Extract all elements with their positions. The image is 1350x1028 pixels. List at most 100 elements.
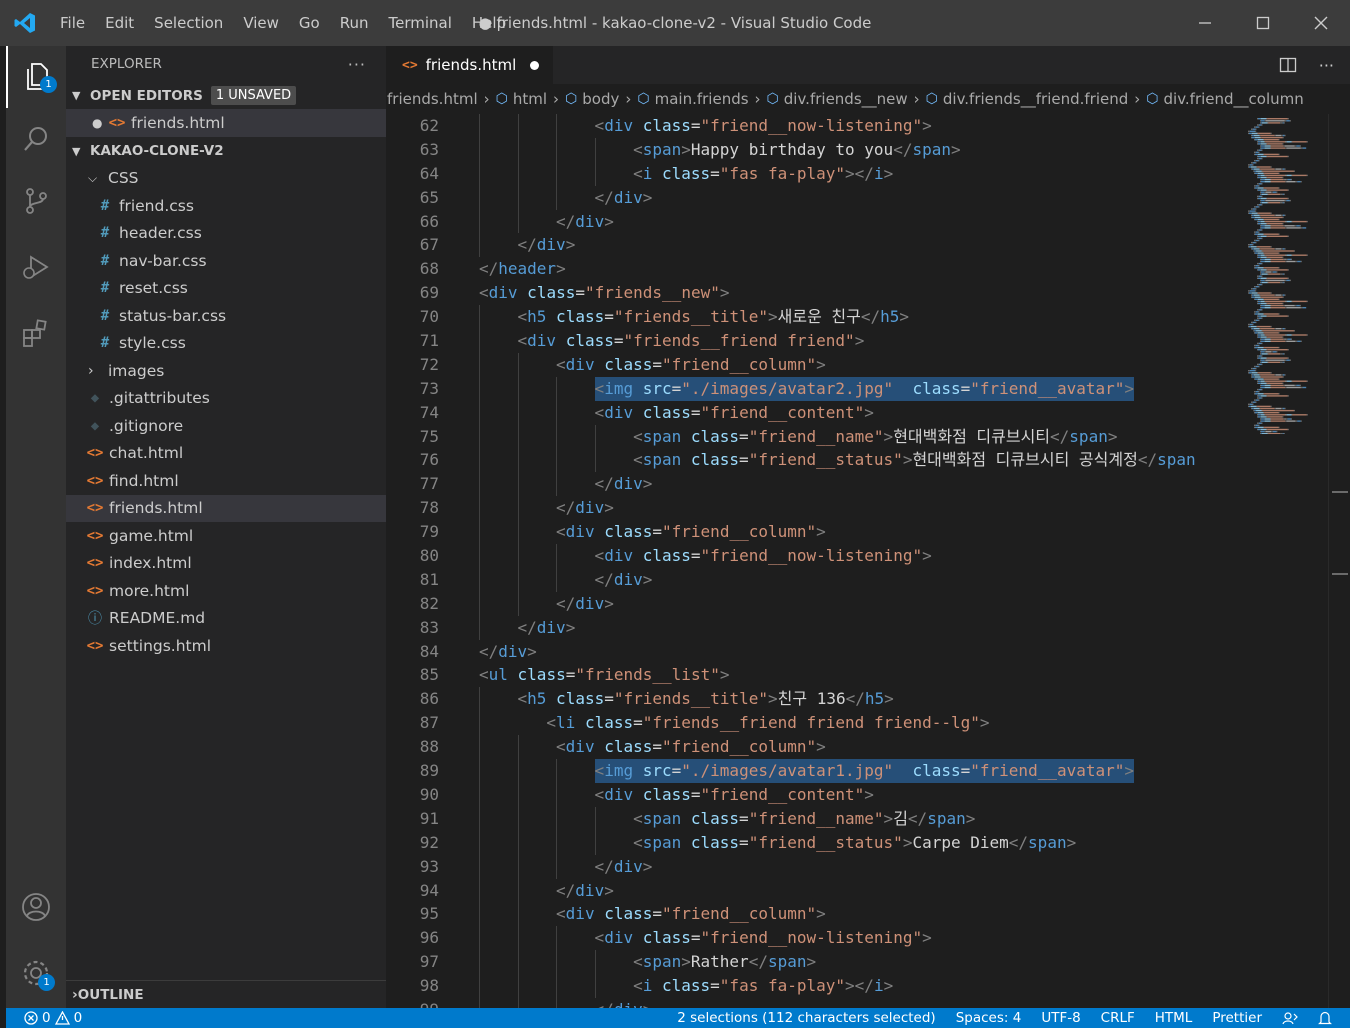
unsaved-dot-icon[interactable] — [530, 60, 540, 70]
file-item[interactable]: ◆ .gitattributes — [66, 385, 386, 413]
indent-guide — [517, 806, 519, 831]
tab-friends-html[interactable]: <> friends.html — [386, 46, 554, 84]
breadcrumb-item[interactable]: div.friends__friend.friend — [943, 90, 1128, 108]
selection-status[interactable]: 2 selections (112 characters selected) — [677, 1010, 935, 1026]
code-token: </ — [479, 641, 499, 661]
file-item[interactable]: # nav-bar.css — [66, 247, 386, 275]
file-item[interactable]: # style.css — [66, 330, 386, 358]
code-token: < — [594, 928, 605, 948]
file-item[interactable]: <> friends.html — [66, 494, 386, 522]
eol-status[interactable]: CRLF — [1101, 1010, 1135, 1026]
file-item[interactable]: ⓘ README.md — [66, 605, 386, 633]
file-item[interactable]: # header.css — [66, 220, 386, 248]
menu-help[interactable]: Help — [462, 0, 516, 46]
menu-go[interactable]: Go — [289, 0, 330, 46]
accounts-activity-button[interactable] — [6, 876, 66, 938]
explorer-activity-button[interactable]: 1 — [6, 46, 66, 108]
breadcrumb-item[interactable]: html — [513, 90, 547, 108]
minimap-stroke — [1285, 340, 1287, 342]
minimap-stroke — [1296, 145, 1300, 147]
code-text: <li class="friends__friend friend friend… — [546, 711, 989, 735]
menu-selection[interactable]: Selection — [144, 0, 233, 46]
minimap-stroke — [1266, 223, 1268, 225]
minimap-stroke — [1270, 372, 1272, 374]
menu-terminal[interactable]: Terminal — [379, 0, 462, 46]
menu-file[interactable]: File — [50, 0, 95, 46]
minimap-stroke — [1260, 168, 1275, 170]
file-item[interactable]: # reset.css — [66, 275, 386, 303]
minimap-stroke — [1265, 199, 1285, 202]
minimap-stroke — [1287, 258, 1291, 261]
activity-bar: 1 1 — [6, 46, 66, 1008]
feedback-icon[interactable] — [1282, 1011, 1298, 1025]
file-item[interactable]: ◆ .gitignore — [66, 412, 386, 440]
minimap-stroke — [1258, 277, 1261, 279]
maximize-button[interactable] — [1234, 0, 1292, 46]
close-button[interactable] — [1292, 0, 1350, 46]
minimap-stroke — [1292, 174, 1307, 177]
line-number: 62 — [419, 116, 439, 135]
more-actions-icon[interactable]: ··· — [1319, 56, 1334, 75]
code-editor[interactable]: 62 <div class="friend__now-listening"> 63 <… — [386, 114, 1246, 1008]
breadcrumb-item[interactable]: div.friends__new — [784, 90, 908, 108]
breadcrumb-item[interactable]: body — [582, 90, 619, 108]
outline-section[interactable]: › OUTLINE — [66, 980, 386, 1008]
minimap-stroke — [1280, 273, 1283, 275]
open-editors-section[interactable]: ▼ OPEN EDITORS 1 UNSAVED — [66, 82, 386, 109]
file-item[interactable]: <> more.html — [66, 577, 386, 605]
encoding-status[interactable]: UTF-8 — [1041, 1010, 1080, 1026]
menu-view[interactable]: View — [233, 0, 289, 46]
code-token: Carpe Diem — [912, 832, 1009, 852]
minimap-stroke — [1248, 292, 1249, 294]
formatter-status[interactable]: Prettier — [1212, 1010, 1262, 1026]
file-item[interactable]: <> game.html — [66, 522, 386, 550]
unsaved-dot-icon[interactable]: ● — [92, 116, 106, 130]
language-status[interactable]: HTML — [1155, 1010, 1193, 1026]
file-item[interactable]: <> settings.html — [66, 632, 386, 660]
code-token: class — [546, 307, 605, 327]
vertical-scrollbar[interactable] — [1328, 114, 1350, 1008]
minimap-stroke — [1258, 149, 1262, 151]
code-token: = — [690, 402, 701, 422]
open-editor-item[interactable]: ● <> friends.html — [66, 109, 386, 137]
minimap-stroke — [1255, 290, 1257, 292]
folder-css[interactable]: ⌵ CSS — [66, 165, 386, 193]
file-item[interactable]: <> index.html — [66, 550, 386, 578]
code-text: </div> — [518, 233, 576, 257]
file-item[interactable]: <> find.html — [66, 467, 386, 495]
menu-run[interactable]: Run — [330, 0, 379, 46]
indentation-status[interactable]: Spaces: 4 — [956, 1010, 1022, 1026]
notification-bell-icon[interactable] — [1318, 1011, 1332, 1026]
minimap-stroke — [1258, 365, 1260, 368]
split-editor-icon[interactable] — [1279, 56, 1297, 74]
project-section[interactable]: ▼ KAKAO-CLONE-V2 — [66, 138, 386, 165]
minimap-stroke — [1254, 346, 1255, 349]
breadcrumb-item[interactable]: main.friends — [655, 90, 749, 108]
minimap-stroke — [1249, 132, 1252, 135]
source-control-activity-button[interactable] — [6, 170, 66, 232]
problems-indicator[interactable]: 0 0 — [6, 1010, 82, 1026]
file-item[interactable]: # status-bar.css — [66, 302, 386, 330]
folder-images[interactable]: › images — [66, 357, 386, 385]
breadcrumb-item[interactable]: friends.html — [387, 90, 478, 108]
search-activity-button[interactable] — [6, 108, 66, 170]
file-item[interactable]: <> chat.html — [66, 440, 386, 468]
menu-edit[interactable]: Edit — [95, 0, 144, 46]
git-icon: ◆ — [90, 390, 100, 407]
minimap[interactable] — [1246, 114, 1328, 434]
minimap-stroke — [1261, 145, 1265, 147]
minimap-stroke — [1257, 346, 1264, 349]
minimap-stroke — [1261, 340, 1265, 342]
code-token: class — [546, 689, 605, 709]
minimap-stroke — [1254, 185, 1256, 187]
extensions-activity-button[interactable] — [6, 302, 66, 364]
more-actions-icon[interactable]: ··· — [348, 55, 366, 74]
code-token: </ — [595, 1000, 614, 1008]
code-text: <h5 class="friends__title">친구 136</h5> — [518, 687, 894, 711]
minimize-button[interactable] — [1176, 0, 1234, 46]
breadcrumb-item[interactable]: div.friend__column — [1164, 90, 1304, 108]
run-debug-activity-button[interactable] — [6, 236, 66, 298]
minimap-stroke — [1258, 229, 1262, 231]
file-item[interactable]: # friend.css — [66, 192, 386, 220]
manage-activity-button[interactable]: 1 — [6, 942, 66, 1004]
